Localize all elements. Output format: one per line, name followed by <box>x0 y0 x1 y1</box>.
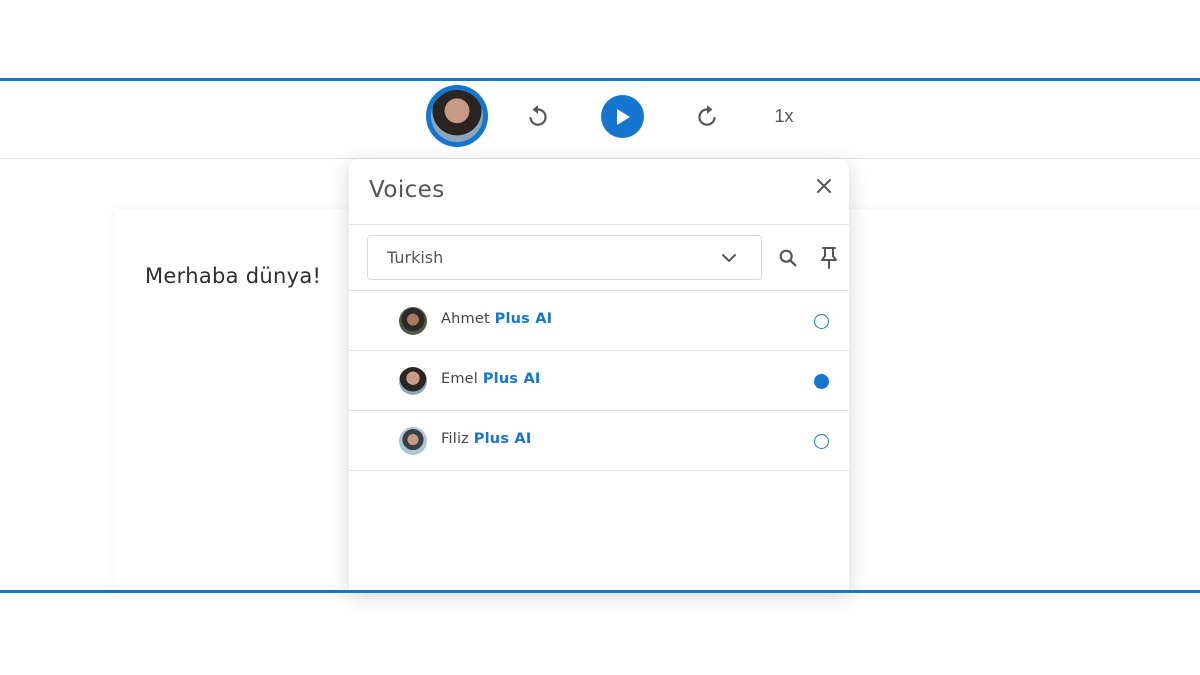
close-icon <box>817 179 831 193</box>
player-bar: 1x <box>0 81 1200 159</box>
rewind-button[interactable] <box>523 101 553 131</box>
card-text: Merhaba dünya! <box>145 264 322 288</box>
search-icon <box>779 249 797 267</box>
forward-button[interactable] <box>692 101 722 131</box>
voice-tier: Plus AI <box>482 371 541 387</box>
voice-radio[interactable] <box>814 434 829 449</box>
frame-bottom-line <box>0 590 1200 593</box>
voice-radio[interactable] <box>814 374 829 389</box>
avatar <box>399 427 427 455</box>
chevron-down-icon <box>722 254 736 262</box>
pin-icon <box>821 247 837 269</box>
voice-name: Ahmet <box>441 311 490 327</box>
avatar <box>399 367 427 395</box>
voice-avatar-button[interactable] <box>426 85 488 147</box>
panel-header: Voices <box>349 159 849 225</box>
voice-label: Emel Plus AI <box>441 371 540 387</box>
voices-panel: Voices Turkish Ahmet Plus AI Emel Plus A… <box>349 159 849 591</box>
speed-button[interactable]: 1x <box>768 103 800 129</box>
panel-title: Voices <box>369 177 445 203</box>
search-button[interactable] <box>777 247 799 269</box>
language-select[interactable]: Turkish <box>367 235 762 280</box>
rewind-icon <box>529 105 547 126</box>
voice-row-filiz[interactable]: Filiz Plus AI <box>349 411 849 471</box>
play-icon <box>616 108 630 125</box>
voice-name: Filiz <box>441 431 469 447</box>
voice-tier: Plus AI <box>473 431 532 447</box>
voice-radio[interactable] <box>814 314 829 329</box>
language-select-value: Turkish <box>387 248 444 267</box>
voice-label: Ahmet Plus AI <box>441 311 552 327</box>
voice-name: Emel <box>441 371 479 387</box>
play-button[interactable] <box>601 95 644 138</box>
pin-button[interactable] <box>819 246 839 270</box>
forward-icon <box>698 105 716 126</box>
voice-row-emel[interactable]: Emel Plus AI <box>349 351 849 411</box>
panel-toolbar: Turkish <box>349 225 849 291</box>
voice-label: Filiz Plus AI <box>441 431 531 447</box>
voice-row-ahmet[interactable]: Ahmet Plus AI <box>349 291 849 351</box>
close-button[interactable] <box>813 175 835 197</box>
avatar <box>431 90 483 142</box>
voice-tier: Plus AI <box>494 311 553 327</box>
avatar <box>399 307 427 335</box>
